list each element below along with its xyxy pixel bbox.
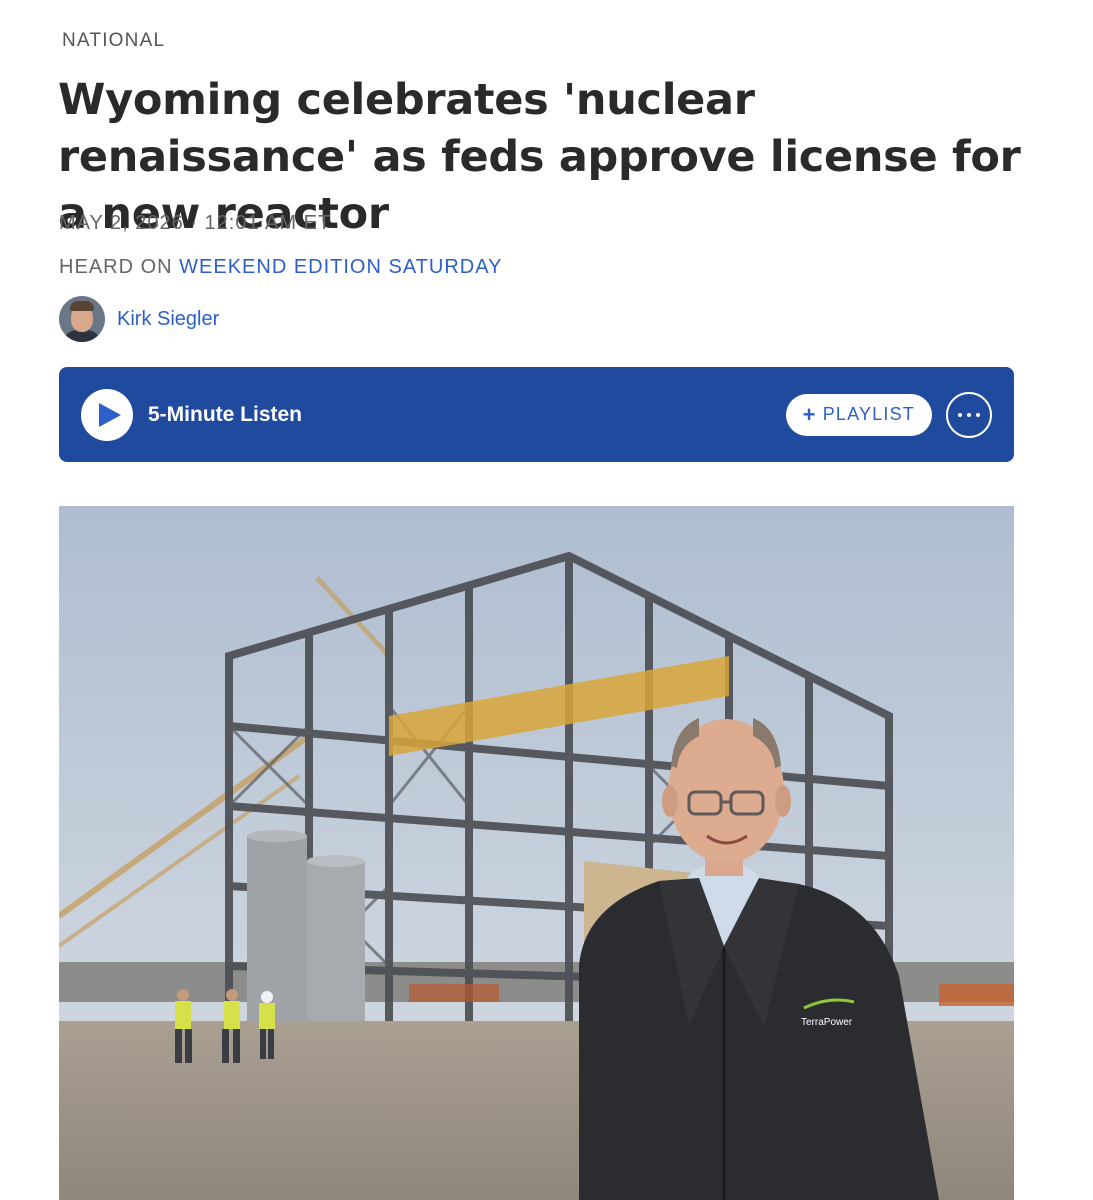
program-link[interactable]: WEEKEND EDITION SATURDAY xyxy=(179,256,502,278)
listen-duration-label: 5-Minute Listen xyxy=(148,402,303,426)
article-photo[interactable]: TerraPower xyxy=(59,506,1014,1200)
play-icon xyxy=(98,402,121,427)
section-link[interactable]: NATIONAL xyxy=(62,30,165,52)
jacket-logo-text: TerraPower xyxy=(801,1017,853,1028)
byline: Kirk Siegler xyxy=(59,296,219,342)
more-options-button[interactable] xyxy=(946,391,992,438)
heard-on-prefix: HEARD ON xyxy=(59,256,173,278)
heard-on-line: HEARD ON WEEKEND EDITION SATURDAY xyxy=(59,256,502,279)
more-icon xyxy=(958,412,962,417)
photo-illustration: TerraPower xyxy=(59,506,1014,1200)
audio-player: 5-Minute Listen + PLAYLIST xyxy=(59,367,1014,462)
author-link[interactable]: Kirk Siegler xyxy=(117,308,219,331)
add-to-playlist-button[interactable]: + PLAYLIST xyxy=(785,393,932,436)
author-avatar[interactable] xyxy=(59,296,105,342)
article-dateline: MAY 2, 2026 · 12:01 AM ET xyxy=(59,212,332,234)
playlist-label: PLAYLIST xyxy=(822,404,915,424)
play-button[interactable] xyxy=(81,388,133,441)
plus-icon: + xyxy=(802,401,817,427)
